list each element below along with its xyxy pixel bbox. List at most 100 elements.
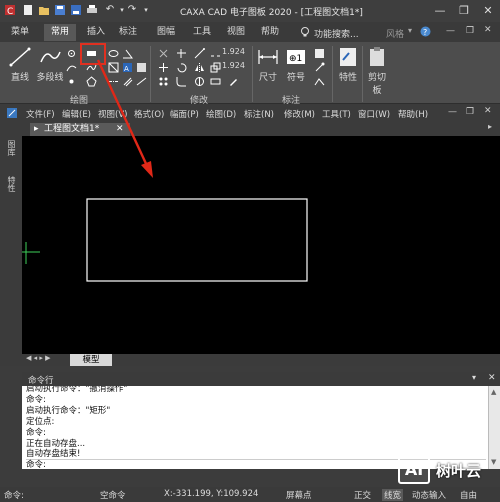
line-tool-button[interactable]: 直线 bbox=[6, 46, 34, 83]
close-button[interactable]: ✕ bbox=[476, 2, 500, 20]
doc-tab-scroll-icon[interactable]: ▸ bbox=[488, 122, 492, 131]
style-selector[interactable]: 风格 bbox=[386, 27, 404, 40]
clipboard-tool-button[interactable]: 剪切板 bbox=[364, 46, 390, 96]
menu-format[interactable]: 格式(O) bbox=[134, 108, 164, 120]
centerline-icon[interactable] bbox=[108, 76, 119, 87]
status-dynamic-input-toggle[interactable]: 动态输入 bbox=[412, 489, 446, 501]
drawing-canvas[interactable] bbox=[22, 136, 500, 354]
open-file-icon[interactable] bbox=[38, 4, 50, 16]
library-panel-tab[interactable]: 图库 bbox=[6, 140, 17, 156]
fillet-icon[interactable] bbox=[176, 76, 187, 87]
polygon-icon[interactable] bbox=[86, 76, 97, 87]
save-as-icon[interactable] bbox=[70, 4, 82, 16]
command-panel-pin-icon[interactable]: ▾ bbox=[472, 373, 476, 382]
annotate-small-2-icon[interactable] bbox=[314, 62, 325, 73]
document-tab-close-icon[interactable]: ✕ bbox=[116, 123, 124, 136]
mirror-icon[interactable] bbox=[194, 62, 205, 73]
app-logo-icon[interactable]: C bbox=[4, 4, 16, 17]
feature-search[interactable]: 功能搜索... bbox=[314, 27, 359, 40]
offset-icon[interactable] bbox=[122, 76, 133, 87]
style-dropdown-icon[interactable]: ▾ bbox=[408, 26, 412, 35]
layout-nav-icon[interactable]: ◀ ◂ ▸ ▶ bbox=[26, 354, 50, 362]
circle-icon[interactable] bbox=[66, 48, 77, 59]
tab-help[interactable]: 帮助 bbox=[254, 24, 286, 41]
menu-annotate[interactable]: 标注(N) bbox=[244, 108, 274, 120]
arc-icon[interactable] bbox=[66, 62, 77, 73]
ribbon-tab-bar: 菜单 常用 插入 标注 图幅 工具 视图 帮助 功能搜索... 风格 ▾ ? —… bbox=[0, 22, 500, 42]
properties-tool-button[interactable]: 特性 bbox=[336, 46, 360, 83]
tab-annotate[interactable]: 标注 bbox=[112, 24, 144, 41]
ribbon-minimize-icon[interactable]: — bbox=[446, 26, 455, 36]
doc-close-icon[interactable]: ✕ bbox=[484, 106, 492, 116]
menu-edit[interactable]: 编辑(E) bbox=[62, 108, 91, 120]
menu-help[interactable]: 帮助(H) bbox=[398, 108, 428, 120]
quick-access-dropdown-icon[interactable]: ▾ bbox=[140, 4, 152, 16]
block-icon[interactable] bbox=[108, 62, 119, 73]
edit-icon[interactable] bbox=[228, 76, 239, 87]
document-tab[interactable]: ▸ 工程图文档1* ✕ bbox=[30, 123, 130, 136]
stretch-icon[interactable] bbox=[210, 76, 221, 87]
properties-panel-tab[interactable]: 特性 bbox=[6, 176, 17, 192]
status-snap-mode[interactable]: 屏幕点 bbox=[286, 489, 312, 501]
status-ortho-toggle[interactable]: 正交 bbox=[354, 489, 371, 501]
restore-button[interactable]: ❐ bbox=[452, 2, 476, 20]
extend-icon[interactable] bbox=[194, 48, 205, 59]
dimension-tool-button[interactable]: 尺寸 bbox=[256, 46, 280, 83]
doc-minimize-icon[interactable]: — bbox=[448, 107, 457, 117]
ribbon-restore-icon[interactable]: ❐ bbox=[466, 26, 474, 36]
undo-icon[interactable]: ↶ bbox=[104, 4, 116, 16]
status-free-toggle[interactable]: 自由 bbox=[460, 489, 477, 501]
tab-sheet[interactable]: 图幅 bbox=[150, 24, 182, 41]
help-icon[interactable]: ? bbox=[420, 26, 431, 37]
menu-modify[interactable]: 修改(M) bbox=[284, 108, 315, 120]
move-icon[interactable] bbox=[158, 62, 169, 73]
model-tab[interactable]: 模型 bbox=[70, 354, 112, 366]
print-icon[interactable] bbox=[86, 4, 98, 16]
menu-draw[interactable]: 绘图(D) bbox=[206, 108, 236, 120]
trim-icon[interactable] bbox=[176, 48, 187, 59]
spline-icon[interactable] bbox=[86, 62, 97, 73]
scroll-up-icon[interactable]: ▲ bbox=[491, 388, 496, 396]
text-icon[interactable] bbox=[136, 62, 147, 73]
explode-icon[interactable] bbox=[194, 76, 205, 87]
menu-view[interactable]: 视图(V) bbox=[98, 108, 127, 120]
tab-view[interactable]: 视图 bbox=[220, 24, 252, 41]
menu-window[interactable]: 窗口(W) bbox=[358, 108, 390, 120]
doc-restore-icon[interactable]: ❐ bbox=[466, 107, 474, 117]
drawn-rectangle[interactable] bbox=[86, 198, 308, 282]
draw-more-icon[interactable] bbox=[136, 76, 147, 87]
break-icon[interactable] bbox=[210, 48, 221, 59]
status-linewidth-toggle[interactable]: 线宽 bbox=[382, 489, 404, 501]
array-icon[interactable] bbox=[158, 76, 169, 87]
command-line: 启动执行命令："矩形" bbox=[26, 406, 111, 416]
left-dock-panel: 图库 特性 bbox=[0, 136, 22, 366]
redo-icon[interactable]: ↷ bbox=[126, 4, 138, 16]
delete-icon[interactable] bbox=[158, 48, 169, 59]
angle-icon[interactable] bbox=[122, 48, 133, 59]
status-command-label: 命令: bbox=[4, 491, 24, 501]
point-icon[interactable] bbox=[66, 76, 77, 87]
menu-sheet[interactable]: 幅面(P) bbox=[170, 108, 199, 120]
tab-menu[interactable]: 菜单 bbox=[4, 24, 36, 41]
tab-insert[interactable]: 插入 bbox=[80, 24, 112, 41]
ribbon-close-icon[interactable]: ✕ bbox=[484, 25, 492, 35]
rotate-icon[interactable] bbox=[176, 62, 187, 73]
tab-common[interactable]: 常用 bbox=[44, 24, 76, 41]
ellipse-icon[interactable] bbox=[108, 48, 119, 59]
annotate-small-1-icon[interactable] bbox=[314, 48, 325, 59]
annotate-small-3-icon[interactable] bbox=[314, 76, 325, 87]
tab-tools[interactable]: 工具 bbox=[186, 24, 218, 41]
symbol-tool-button[interactable]: ⊕1 符号 bbox=[284, 46, 308, 83]
command-panel-close-icon[interactable]: ✕ bbox=[488, 373, 496, 383]
polyline-icon bbox=[38, 46, 62, 68]
polyline-tool-button[interactable]: 多段线 bbox=[36, 46, 64, 83]
minimize-button[interactable]: — bbox=[428, 2, 452, 20]
app-small-icon[interactable] bbox=[6, 107, 18, 119]
modify-coord-1: 1.924 bbox=[222, 47, 245, 56]
menu-tools[interactable]: 工具(T) bbox=[322, 108, 351, 120]
save-icon[interactable] bbox=[54, 4, 66, 16]
new-file-icon[interactable] bbox=[22, 4, 34, 16]
menu-file[interactable]: 文件(F) bbox=[26, 108, 55, 120]
scale-icon[interactable] bbox=[210, 62, 221, 73]
hatch-icon[interactable]: A bbox=[122, 62, 133, 73]
